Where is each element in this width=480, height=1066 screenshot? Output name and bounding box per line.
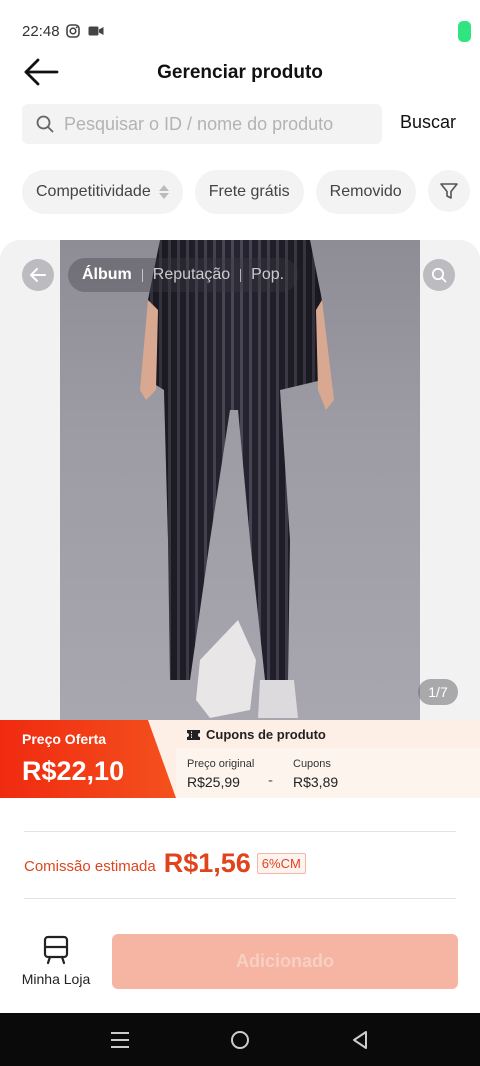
offer-price-box: Preço Oferta R$22,10 — [0, 720, 176, 798]
commission-value: R$1,56 — [163, 848, 251, 878]
search-input[interactable] — [64, 113, 364, 135]
store-icon — [43, 935, 69, 965]
search-icon — [431, 267, 447, 283]
battery-indicator — [458, 21, 471, 42]
coupon-title: Cupons de produto — [206, 727, 326, 742]
search-button[interactable]: Buscar — [400, 112, 456, 133]
product-gallery[interactable]: Álbum Reputação Pop. 1/7 — [0, 240, 480, 720]
filter-chip-competitividade[interactable]: Competitividade — [22, 170, 183, 214]
header: Gerenciar produto — [0, 52, 480, 94]
status-bar: 22:48 — [0, 0, 480, 60]
minus-sign: - — [268, 772, 273, 789]
funnel-icon — [439, 183, 458, 199]
coupon-breakdown — [176, 748, 480, 798]
gallery-back-button[interactable] — [22, 259, 54, 291]
commission-row: Comissão estimada R$1,56 6%CM — [24, 848, 306, 879]
home-circle-icon — [231, 1031, 249, 1049]
coupons-label: Cupons — [293, 758, 331, 770]
my-store-button[interactable]: Minha Loja — [18, 935, 94, 995]
gallery-tabs: Álbum Reputação Pop. — [68, 258, 299, 292]
product-photo[interactable] — [60, 240, 420, 720]
filter-chip-removido[interactable]: Removido — [315, 170, 416, 214]
status-time: 22:48 — [22, 23, 60, 40]
arrow-left-icon — [30, 268, 46, 282]
search-box[interactable] — [22, 104, 382, 144]
ticket-icon — [187, 729, 200, 740]
search-icon — [36, 115, 54, 133]
gallery-search-button[interactable] — [423, 259, 455, 291]
commission-label: Comissão estimada — [24, 858, 156, 875]
original-price-value: R$25,99 — [187, 774, 240, 790]
video-camera-icon — [88, 26, 104, 36]
coupons-value: R$3,89 — [293, 774, 339, 790]
home-button[interactable] — [228, 1028, 252, 1052]
my-store-label: Minha Loja — [21, 971, 91, 987]
original-price-label: Preço original — [187, 758, 255, 770]
instagram-icon — [66, 24, 80, 38]
chip-label: Competitividade — [36, 183, 151, 200]
page-title: Gerenciar produto — [157, 62, 323, 83]
chip-label: Removido — [329, 183, 402, 200]
filter-bar: Competitividade Frete grátis Removido — [22, 170, 470, 214]
tab-divider — [141, 268, 143, 282]
tab-album[interactable]: Álbum — [82, 266, 132, 284]
filter-chip-frete-gratis[interactable]: Frete grátis — [194, 170, 304, 214]
tab-reputacao[interactable]: Reputação — [153, 266, 230, 284]
commission-badge: 6%CM — [256, 853, 306, 874]
tab-divider — [240, 268, 242, 282]
system-nav-bar — [0, 1013, 480, 1066]
recent-apps-button[interactable] — [108, 1028, 132, 1052]
divider — [24, 898, 456, 899]
sort-arrows-icon — [158, 185, 169, 199]
tab-pop[interactable]: Pop. — [251, 266, 284, 284]
coupon-title-row: Cupons de produto — [187, 727, 326, 742]
added-button[interactable]: Adicionado — [112, 934, 458, 989]
menu-icon — [111, 1032, 129, 1048]
filter-button[interactable] — [427, 170, 470, 212]
offer-label: Preço Oferta — [22, 731, 107, 747]
divider — [24, 831, 456, 832]
triangle-back-icon — [353, 1031, 367, 1049]
offer-price: R$22,10 — [22, 756, 125, 786]
back-nav-button[interactable] — [348, 1028, 372, 1052]
price-band: Preço Oferta R$22,10 Cupons de produto P… — [0, 720, 480, 798]
chip-label: Frete grátis — [208, 183, 290, 200]
image-page-counter: 1/7 — [418, 679, 458, 705]
status-icons — [66, 24, 104, 38]
bottom-actions: Minha Loja Adicionado — [0, 925, 480, 1005]
